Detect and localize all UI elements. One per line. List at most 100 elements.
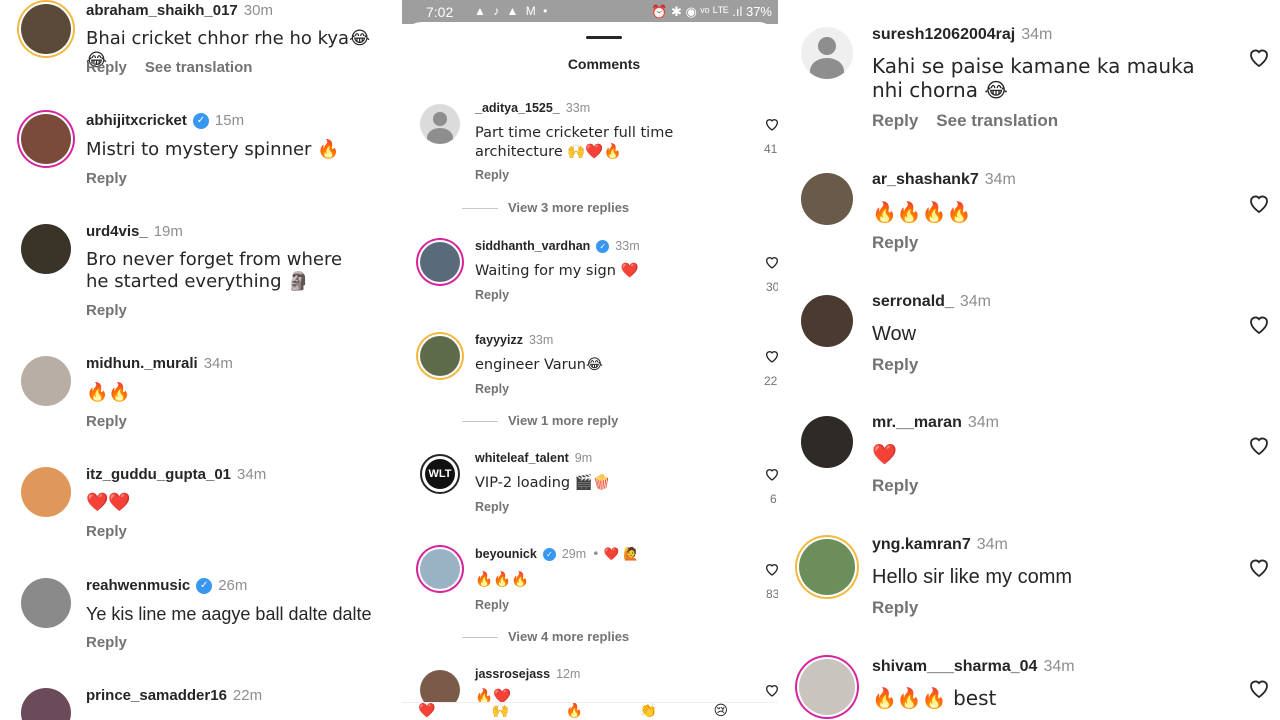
comment-username[interactable]: mr.__maran 34m: [872, 414, 999, 432]
avatar[interactable]: WLT: [420, 454, 460, 494]
reply-link[interactable]: Reply: [872, 355, 918, 375]
reply-link[interactable]: Reply: [872, 476, 918, 496]
comment-text: Kahi se paise kamane ka mauka nhi chorna…: [872, 54, 1195, 102]
reply-link[interactable]: Reply: [872, 598, 918, 618]
avatar[interactable]: [801, 27, 853, 79]
like-heart-icon[interactable]: [1247, 555, 1271, 579]
comment-username[interactable]: suresh12062004raj 34m: [872, 26, 1052, 44]
comment-text: Mistri to mystery spinner 🔥: [86, 139, 340, 160]
comment-time: 34m: [1021, 26, 1053, 43]
comment-username[interactable]: reahwenmusic ✓ 26m: [86, 577, 247, 595]
reply-link[interactable]: Reply See translation: [86, 59, 252, 76]
comment-text: 🔥🔥🔥🔥: [872, 200, 972, 224]
avatar[interactable]: [801, 416, 853, 468]
comment-time: 22m: [232, 687, 263, 704]
reply-link[interactable]: Reply: [475, 598, 509, 612]
comment-username[interactable]: prince_samadder16 22m: [86, 687, 262, 704]
like-count: 6: [770, 492, 777, 506]
view-more-replies-link[interactable]: View 4 more replies: [462, 629, 629, 644]
reply-link[interactable]: Reply: [475, 288, 509, 302]
comment-username[interactable]: _aditya_1525_ 33m: [475, 101, 590, 115]
comment-username[interactable]: siddhanth_vardhan ✓ 33m: [475, 239, 640, 254]
comment-time: 34m: [237, 466, 267, 483]
brand-logo-text: WLT: [425, 459, 455, 489]
comment-username[interactable]: jassrosejass 12m: [475, 667, 580, 681]
avatar[interactable]: [420, 242, 460, 282]
avatar[interactable]: [801, 173, 853, 225]
view-more-replies-link[interactable]: View 1 more reply: [462, 413, 618, 428]
comment-username[interactable]: midhun._murali 34m: [86, 355, 233, 372]
like-heart-icon[interactable]: [764, 682, 778, 698]
reply-link[interactable]: Reply: [86, 302, 127, 319]
like-heart-icon[interactable]: [764, 561, 778, 577]
comment-username[interactable]: ar_shashank7 34m: [872, 171, 1016, 189]
reply-link[interactable]: Reply: [86, 634, 127, 651]
avatar[interactable]: [21, 356, 71, 406]
comment-time: 33m: [528, 333, 554, 347]
reply-link[interactable]: Reply: [475, 382, 509, 396]
comment-username[interactable]: serronald_ 34m: [872, 293, 991, 311]
reply-link[interactable]: Reply: [86, 170, 127, 187]
comment-time: 30m: [243, 2, 273, 19]
avatar[interactable]: [21, 4, 71, 54]
reply-link[interactable]: Reply See translation: [872, 111, 1058, 131]
comment-time: 33m: [615, 239, 640, 253]
comment-username[interactable]: urd4vis_ 19m: [86, 223, 183, 240]
view-more-replies-link[interactable]: View 3 more replies: [462, 200, 629, 215]
comment-text: 🔥🔥: [86, 382, 131, 403]
like-heart-icon[interactable]: [1247, 312, 1271, 336]
quick-reaction-bar[interactable]: ❤️ 🙌 🔥 👏 😢 😍 😮 😂: [402, 702, 778, 720]
like-heart-icon[interactable]: [764, 254, 778, 270]
avatar[interactable]: [799, 539, 855, 595]
reply-link[interactable]: Reply: [872, 233, 918, 253]
comment-text: Ye kis line me aagye ball dalte dalte: [86, 604, 372, 624]
reply-link[interactable]: Reply: [475, 500, 509, 514]
verified-badge-icon: ✓: [542, 548, 556, 562]
like-heart-icon[interactable]: [1247, 191, 1271, 215]
comment-username[interactable]: beyounick ✓ 29m • ❤️ 🙋: [475, 546, 639, 562]
avatar[interactable]: [799, 659, 855, 715]
like-heart-icon[interactable]: [1247, 676, 1271, 700]
verified-badge-icon: ✓: [596, 240, 610, 254]
avatar[interactable]: [420, 336, 460, 376]
drag-handle[interactable]: [586, 36, 622, 39]
like-heart-icon[interactable]: [1247, 433, 1271, 457]
comment-username[interactable]: itz_guddu_gupta_01 34m: [86, 466, 266, 483]
comment-text: engineer Varun😂: [475, 357, 603, 373]
reply-link[interactable]: Reply: [86, 523, 127, 540]
comment-username[interactable]: fayyyizz 33m: [475, 333, 553, 347]
avatar[interactable]: [21, 578, 71, 628]
comment-time: 15m: [214, 112, 245, 129]
creator-liked-indicator: • ❤️ 🙋: [592, 546, 639, 561]
comment-time: 34m: [959, 293, 991, 310]
comment-text: Part time cricketer full time architectu…: [475, 125, 674, 160]
like-heart-icon[interactable]: [764, 348, 778, 364]
avatar[interactable]: [801, 295, 853, 347]
comment-username[interactable]: shivam___sharma_04 34m: [872, 658, 1075, 676]
comment-username[interactable]: abraham_shaikh_017 30m: [86, 2, 273, 19]
like-heart-icon[interactable]: [764, 116, 778, 132]
comment-username[interactable]: abhijitxcricket ✓ 15m: [86, 112, 245, 130]
comment-text: Waiting for my sign ❤️: [475, 263, 639, 279]
like-heart-icon[interactable]: [1247, 45, 1271, 69]
like-heart-icon[interactable]: [764, 466, 778, 482]
avatar[interactable]: [21, 688, 71, 720]
reply-link[interactable]: Reply: [86, 413, 127, 430]
comment-time: 9m: [574, 451, 593, 465]
system-icons: ⏰ ✱ ◉ ᵛᵒ ᴸᵀᴱ .ıl 37%: [651, 4, 772, 19]
comment-username[interactable]: whiteleaf_talent 9m: [475, 451, 592, 465]
avatar[interactable]: [21, 467, 71, 517]
reply-link[interactable]: Reply: [475, 168, 509, 182]
comment-username[interactable]: yng.kamran7 34m: [872, 536, 1008, 554]
verified-badge-icon: ✓: [196, 578, 213, 595]
see-translation-link[interactable]: See translation: [936, 111, 1058, 130]
comment-text: ❤️: [872, 442, 897, 466]
phone-comments-sheet: 7:02 ▲ ♪ ▲ M • ⏰ ✱ ◉ ᵛᵒ ᴸᵀᴱ .ıl 37% Comm…: [402, 0, 778, 720]
comment-text: VIP-2 loading 🎬🍿: [475, 475, 611, 491]
avatar[interactable]: [21, 114, 71, 164]
see-translation-link[interactable]: See translation: [145, 59, 253, 76]
avatar[interactable]: [420, 549, 460, 589]
comment-time: 34m: [967, 414, 999, 431]
avatar[interactable]: [21, 224, 71, 274]
avatar[interactable]: [420, 104, 460, 144]
